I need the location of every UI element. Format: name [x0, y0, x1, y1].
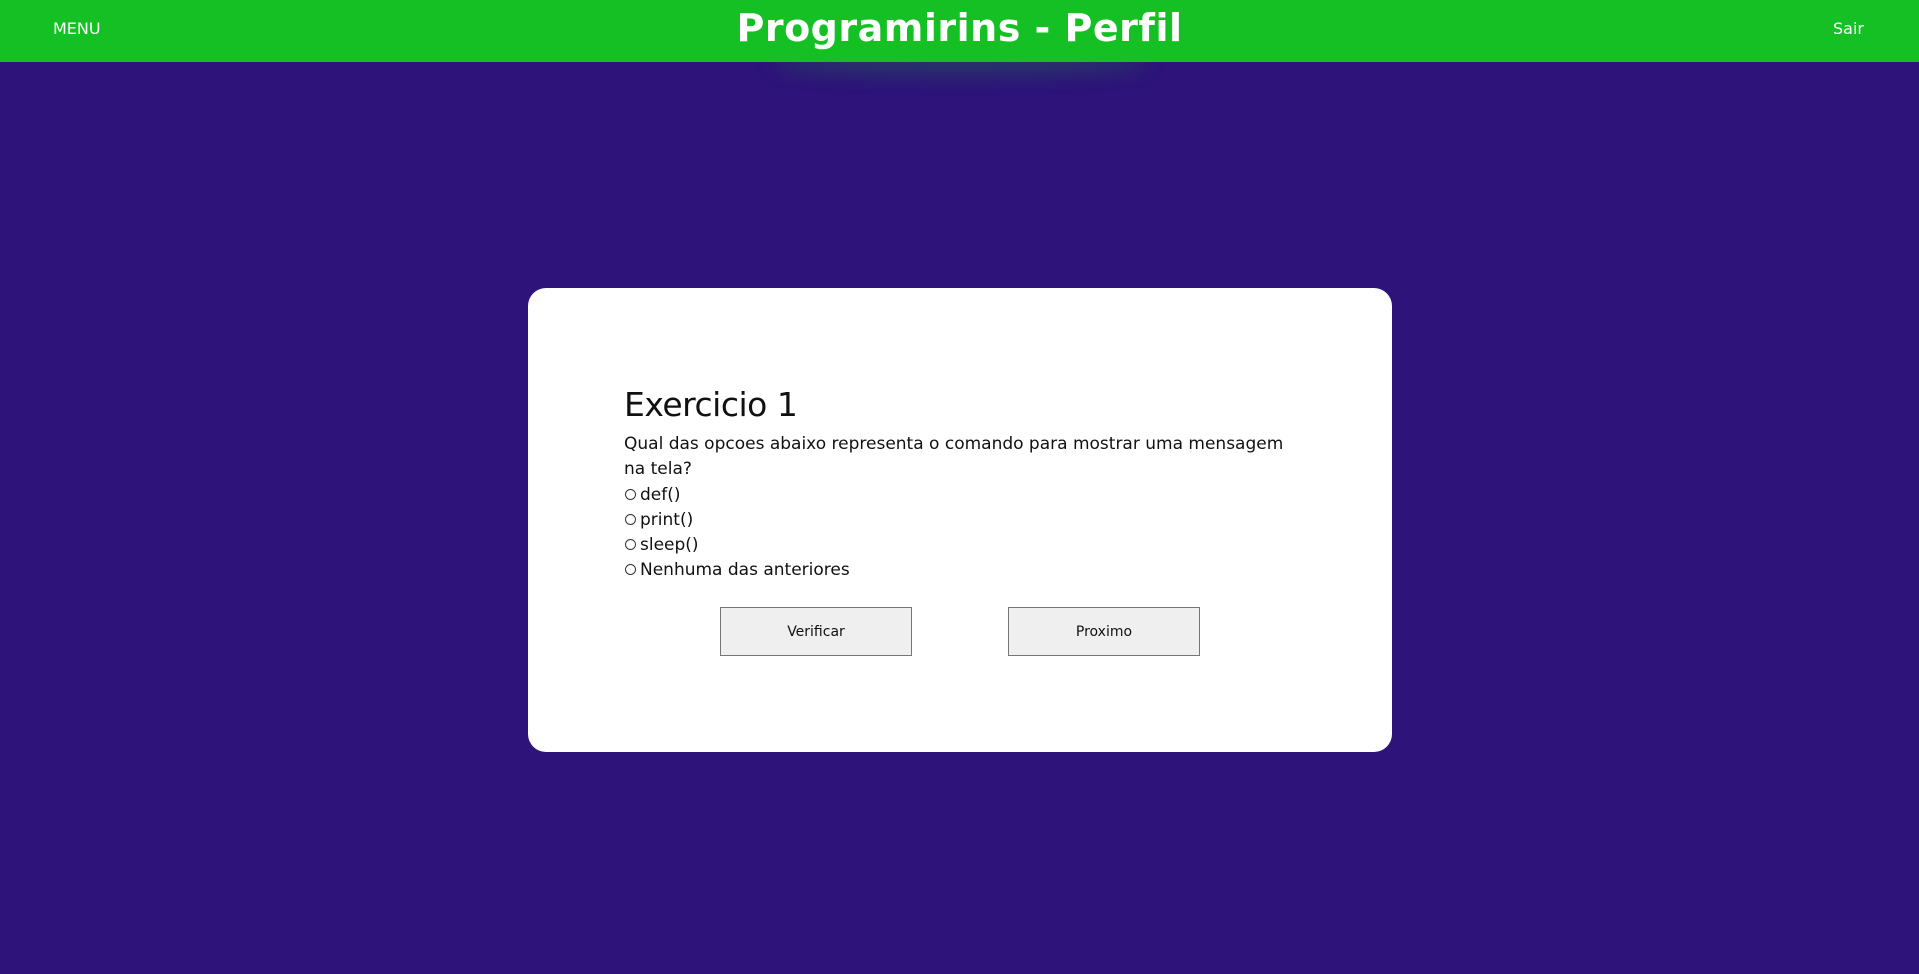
option-def[interactable]: def() — [624, 482, 850, 507]
option-print[interactable]: print() — [624, 507, 850, 532]
radio-button[interactable] — [625, 489, 636, 500]
option-sleep[interactable]: sleep() — [624, 532, 850, 557]
answer-options: def() print() sleep() Nenhuma das anteri… — [624, 482, 850, 582]
radio-button[interactable] — [625, 539, 636, 550]
title-glow-decoration — [770, 52, 1150, 74]
option-label: print() — [640, 509, 694, 530]
option-label: sleep() — [640, 534, 699, 555]
page-title: Programirins - Perfil — [736, 6, 1183, 50]
radio-button[interactable] — [625, 514, 636, 525]
option-label: def() — [640, 484, 681, 505]
option-label: Nenhuma das anteriores — [640, 559, 850, 580]
exercise-title: Exercicio 1 — [624, 385, 798, 424]
exercise-card: Exercicio 1 Qual das opcoes abaixo repre… — [528, 288, 1392, 752]
question-text: Qual das opcoes abaixo representa o coma… — [624, 434, 1284, 479]
verify-button[interactable]: Verificar — [720, 607, 912, 656]
radio-button[interactable] — [625, 564, 636, 575]
option-none[interactable]: Nenhuma das anteriores — [624, 557, 850, 582]
logout-link[interactable]: Sair — [1833, 19, 1864, 38]
next-button[interactable]: Proximo — [1008, 607, 1200, 656]
